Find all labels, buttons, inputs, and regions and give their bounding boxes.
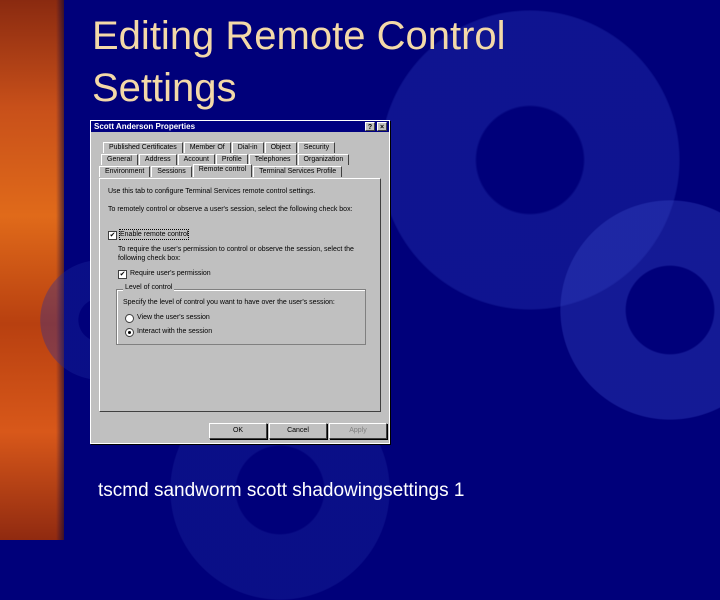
- interact-session-radio[interactable]: [125, 328, 134, 337]
- tab-member-of[interactable]: Member Of: [183, 142, 231, 153]
- close-button[interactable]: ×: [377, 122, 387, 131]
- enable-remote-control-label[interactable]: Enable remote control: [118, 229, 190, 240]
- tab-row-3: Environment Sessions Remote control Term…: [99, 164, 343, 177]
- tab-environment[interactable]: Environment: [99, 166, 151, 177]
- level-of-control-legend: Level of control: [123, 284, 175, 291]
- remote-control-panel: Use this tab to configure Terminal Servi…: [99, 178, 381, 412]
- tab-security[interactable]: Security: [297, 142, 336, 153]
- dialog-title: Scott Anderson Properties: [94, 122, 196, 131]
- control-instructions: To remotely control or observe a user's …: [108, 206, 353, 213]
- level-instructions: Specify the level of control you want to…: [123, 299, 335, 306]
- tab-object[interactable]: Object: [264, 142, 297, 153]
- tab-row-1: Published Certificates Member Of Dial-in…: [103, 142, 336, 153]
- tab-published-certificates[interactable]: Published Certificates: [103, 142, 183, 153]
- ok-button[interactable]: OK: [209, 423, 267, 439]
- help-button[interactable]: ?: [365, 122, 375, 131]
- slide-caption: tscmd sandworm scott shadowingsettings 1: [98, 480, 465, 501]
- tab-sessions[interactable]: Sessions: [151, 166, 192, 177]
- tab-dial-in[interactable]: Dial-in: [231, 142, 264, 153]
- interact-session-label[interactable]: Interact with the session: [137, 327, 212, 336]
- tab-organization[interactable]: Organization: [297, 154, 350, 165]
- require-permission-label[interactable]: Require user's permission: [130, 269, 211, 278]
- slide-title: Editing Remote Control Settings: [92, 14, 506, 110]
- level-of-control-group: Level of control Specify the level of co…: [116, 284, 366, 345]
- intro-text: Use this tab to configure Terminal Servi…: [108, 188, 316, 195]
- properties-dialog: Scott Anderson Properties ? × Published …: [90, 120, 390, 444]
- apply-button[interactable]: Apply: [329, 423, 387, 439]
- enable-remote-control-checkbox[interactable]: ✔: [108, 231, 117, 240]
- require-permission-checkbox[interactable]: ✔: [118, 270, 127, 279]
- tab-address[interactable]: Address: [138, 154, 177, 165]
- tab-telephones[interactable]: Telephones: [248, 154, 297, 165]
- cancel-button[interactable]: Cancel: [269, 423, 327, 439]
- view-session-label[interactable]: View the user's session: [137, 313, 210, 322]
- permission-instructions: To require the user's permission to cont…: [118, 246, 354, 262]
- dialog-titlebar: Scott Anderson Properties ? ×: [91, 121, 389, 132]
- decorative-left-strip: [0, 0, 64, 540]
- tab-general[interactable]: General: [101, 154, 138, 165]
- tab-terminal-services-profile[interactable]: Terminal Services Profile: [253, 166, 343, 177]
- tab-remote-control[interactable]: Remote control: [192, 164, 253, 177]
- view-session-radio[interactable]: [125, 314, 134, 323]
